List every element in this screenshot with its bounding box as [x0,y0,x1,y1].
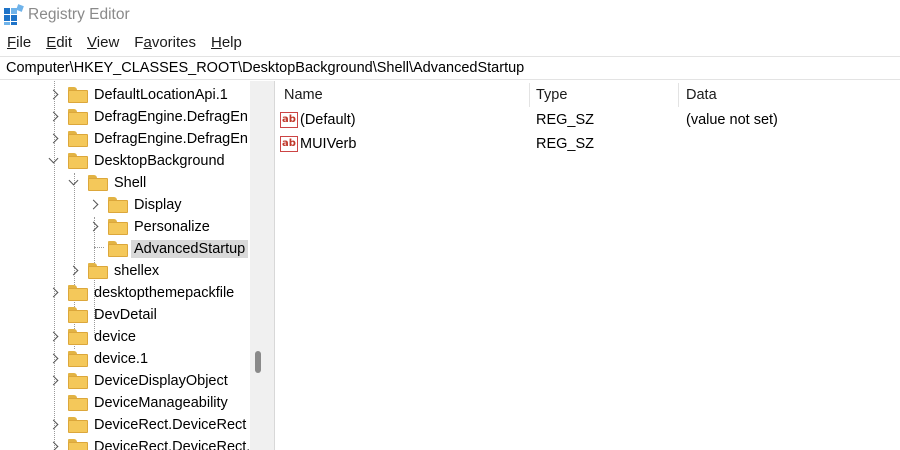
tree-item-label: desktopthemepackfile [94,285,235,301]
column-header-data[interactable]: Data [686,81,886,109]
chevron-right-icon[interactable] [48,287,60,299]
folder-icon [68,351,88,367]
folder-icon [68,417,88,433]
tree-item[interactable]: DefragEngine.DefragEn [48,128,248,150]
address-path[interactable]: Computer\HKEY_CLASSES_ROOT\DesktopBackgr… [6,60,524,76]
folder-icon [88,175,108,191]
menu-edit[interactable]: Edit [46,34,72,51]
value-name: (Default) [300,112,356,128]
tree-item-label: DeviceManageability [94,395,228,411]
tree-item-label: DesktopBackground [94,153,225,169]
menu-help[interactable]: Help [211,34,242,51]
tree-item[interactable]: DeviceRect.DeviceRect [48,414,246,436]
folder-icon [68,109,88,125]
tree-item-label: DefragEngine.DefragEn [94,109,248,125]
tree-item[interactable]: Display [88,194,182,216]
tree-item[interactable]: AdvancedStartup [88,238,249,260]
menu-file[interactable]: File [7,34,31,51]
menu-view[interactable]: View [87,34,119,51]
chevron-right-icon[interactable] [48,331,60,343]
tree-scrollbar-thumb[interactable] [255,351,261,373]
folder-icon [68,131,88,147]
no-expander [48,309,60,321]
chevron-down-icon[interactable] [68,177,80,189]
tree-item-label: device [94,329,136,345]
window-title: Registry Editor [28,6,130,23]
string-value-icon: ab [280,112,298,128]
tree-item[interactable]: DefaultLocationApi.1 [48,84,228,106]
tree-item-label: DevDetail [94,307,157,323]
menu-bar: File Edit View Favorites Help [0,30,900,54]
chevron-right-icon[interactable] [68,265,80,277]
folder-icon [68,307,88,323]
folder-icon [108,197,128,213]
tree-item-label: Shell [114,175,147,191]
folder-icon [68,373,88,389]
title-bar: Registry Editor [0,0,900,30]
tree-item[interactable]: Personalize [88,216,210,238]
values-list[interactable]: Name Type Data ab (Default) REG_SZ (valu… [276,81,900,450]
tree-item[interactable]: shellex [68,260,159,282]
menu-favorites[interactable]: Favorites [134,34,196,51]
folder-icon [68,329,88,345]
folder-icon [108,241,128,257]
chevron-down-icon[interactable] [48,155,60,167]
tree-item[interactable]: DesktopBackground [48,150,225,172]
folder-icon [108,219,128,235]
chevron-right-icon[interactable] [48,441,60,450]
value-type: REG_SZ [536,136,595,152]
value-name: MUIVerb [300,136,357,152]
key-tree[interactable]: DefaultLocationApi.1 DefragEngine.DefragE… [0,81,268,450]
tree-item-label: shellex [114,263,160,279]
tree-item-label: DeviceRect.DeviceRect.1 [94,439,259,450]
chevron-right-icon[interactable] [48,353,60,365]
pane-splitter[interactable] [268,81,275,450]
tree-item-label: AdvancedStartup [131,240,249,258]
column-header-name[interactable]: Name [284,81,529,109]
no-expander [48,397,60,409]
tree-scrollbar[interactable] [250,81,268,450]
chevron-right-icon[interactable] [88,199,100,211]
tree-item-label: DefragEngine.DefragEn [94,131,248,147]
folder-icon [68,395,88,411]
tree-item[interactable]: desktopthemepackfile [48,282,234,304]
chevron-right-icon[interactable] [88,221,100,233]
chevron-right-icon[interactable] [48,419,60,431]
tree-item-label: DeviceDisplayObject [94,373,228,389]
value-row[interactable]: ab MUIVerb [280,132,356,156]
string-value-icon: ab [280,136,298,152]
tree-item-label: device.1 [94,351,149,367]
chevron-right-icon[interactable] [48,111,60,123]
address-bar[interactable]: Computer\HKEY_CLASSES_ROOT\DesktopBackgr… [0,56,900,80]
folder-icon [68,153,88,169]
chevron-right-icon[interactable] [48,133,60,145]
tree-item-label: DefaultLocationApi.1 [94,87,228,103]
registry-editor-icon [2,4,24,26]
tree-item[interactable]: device [48,326,136,348]
value-row[interactable]: ab (Default) [280,108,356,132]
folder-icon [68,285,88,301]
chevron-right-icon[interactable] [48,375,60,387]
folder-icon [68,439,88,450]
value-data: (value not set) [686,112,778,128]
tree-item-label: DeviceRect.DeviceRect [94,417,247,433]
no-expander [88,243,100,255]
chevron-right-icon[interactable] [48,89,60,101]
tree-item[interactable]: device.1 [48,348,148,370]
tree-item[interactable]: DeviceDisplayObject [48,370,228,392]
tree-item[interactable]: DefragEngine.DefragEn [48,106,248,128]
tree-item[interactable]: DeviceRect.DeviceRect.1 [48,436,258,450]
tree-item[interactable]: DeviceManageability [48,392,228,414]
column-header-type[interactable]: Type [536,81,678,109]
tree-item-label: Personalize [134,219,210,235]
folder-icon [88,263,108,279]
tree-item-label: Display [134,197,182,213]
folder-icon [68,87,88,103]
tree-item[interactable]: Shell [68,172,146,194]
value-type: REG_SZ [536,112,595,128]
tree-item[interactable]: DevDetail [48,304,157,326]
